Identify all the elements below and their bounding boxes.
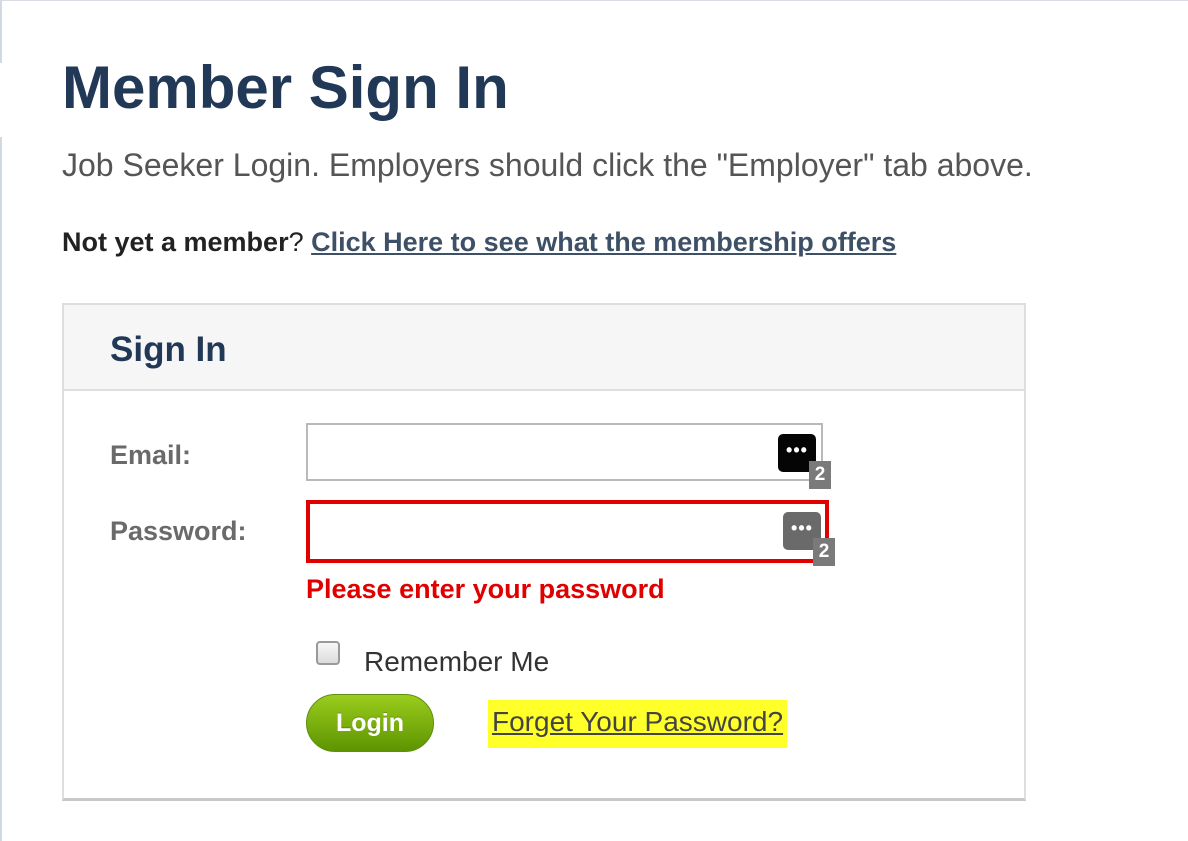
remember-me-checkbox[interactable] xyxy=(316,641,340,665)
email-field[interactable] xyxy=(306,423,823,481)
login-button[interactable]: Login xyxy=(306,694,434,752)
signin-panel: Sign In Email: ••• 2 Password: ••• 2 Ple… xyxy=(62,303,1026,801)
membership-link[interactable]: Click Here to see what the membership of… xyxy=(311,227,896,257)
signin-panel-header: Sign In xyxy=(64,305,1024,391)
not-member-text: Not yet a member xyxy=(62,227,289,257)
password-field[interactable] xyxy=(306,500,829,563)
page-title: Member Sign In xyxy=(62,54,509,121)
member-signin-page: Member Sign In Job Seeker Login. Employe… xyxy=(0,0,1188,841)
membership-prompt: Not yet a member? Click Here to see what… xyxy=(62,225,896,259)
page-subtitle: Job Seeker Login. Employers should click… xyxy=(62,147,1033,183)
password-manager-count-badge: 2 xyxy=(813,538,835,566)
email-label: Email: xyxy=(110,440,192,470)
password-label: Password: xyxy=(110,516,247,546)
forgot-password-link[interactable]: Forget Your Password? xyxy=(488,700,788,748)
left-border-segment xyxy=(0,137,2,841)
not-member-punct: ? xyxy=(288,227,312,257)
password-error-message: Please enter your password xyxy=(306,574,665,604)
password-manager-count-badge: 2 xyxy=(809,461,831,489)
left-border-segment xyxy=(0,1,2,63)
signin-panel-title: Sign In xyxy=(110,330,227,369)
remember-me-label[interactable]: Remember Me xyxy=(364,645,549,679)
